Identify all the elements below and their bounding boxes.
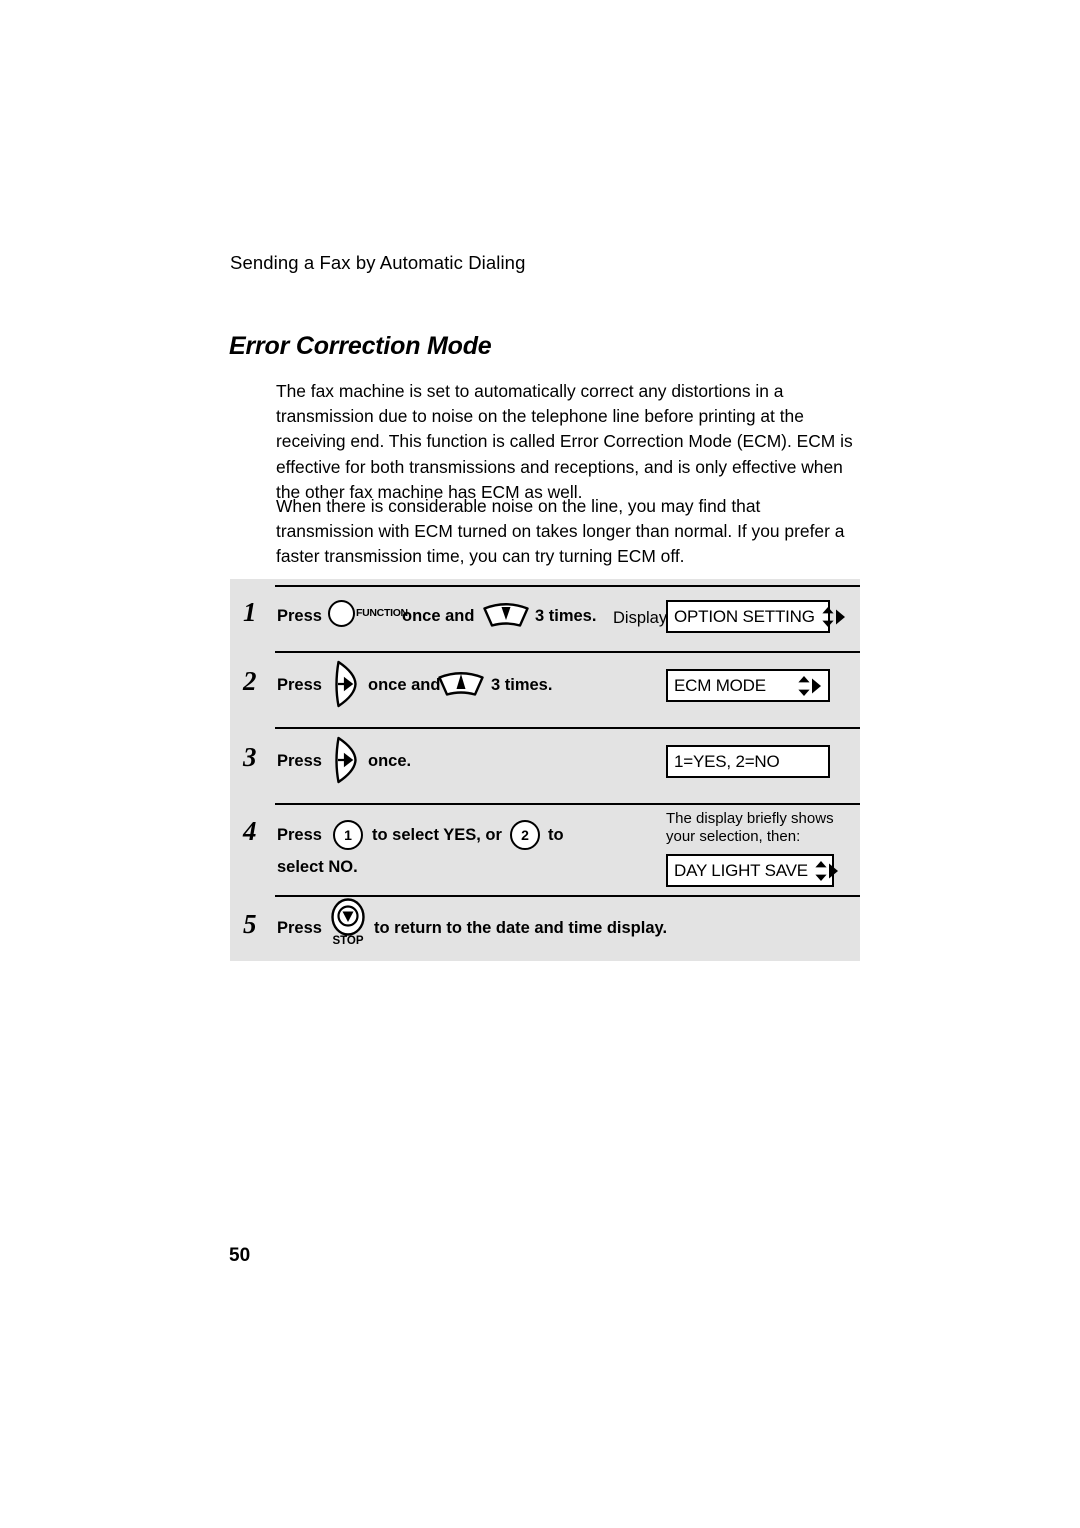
lcd-text: 1=YES, 2=NO	[674, 752, 780, 771]
procedure-step-1: 1 Press FUNCTION once and 3 times. Displ…	[230, 589, 860, 651]
numeric-key-2-icon[interactable]: 2	[510, 820, 540, 850]
svg-text:STOP: STOP	[332, 935, 363, 947]
step-press-label: Press	[277, 919, 322, 937]
step-number: 4	[243, 816, 257, 846]
page-title: Error Correction Mode	[229, 332, 492, 360]
lcd-updown-right-arrow-icon	[791, 675, 823, 697]
step-mid-text: once and	[368, 676, 441, 694]
step-press-label: Press	[277, 676, 322, 694]
running-header: Sending a Fax by Automatic Dialing	[230, 252, 526, 273]
stop-key-icon[interactable]: STOP	[328, 895, 368, 947]
lcd-updown-right-arrow-icon	[808, 860, 840, 882]
step-number: 1	[243, 597, 257, 627]
function-key-label: FUNCTION	[356, 607, 408, 620]
step-press-label: Press	[277, 826, 322, 844]
down-arrow-fan-key-icon[interactable]	[482, 601, 530, 628]
lcd-updown-right-arrow-icon	[815, 606, 847, 628]
step-press-label: Press	[277, 752, 322, 770]
display-note-line-2: your selection, then:	[666, 828, 801, 845]
body-paragraph-1: The fax machine is set to automatically …	[276, 381, 853, 502]
step-divider	[275, 803, 860, 805]
lcd-text: ECM MODE	[674, 676, 766, 695]
numeric-key-1-icon[interactable]: 1	[333, 820, 363, 850]
function-key-circle-icon	[328, 600, 355, 627]
lcd-display-day-light-save: DAY LIGHT SAVE	[666, 854, 838, 887]
display-note-line-1: The display briefly shows	[666, 810, 834, 827]
lcd-display-yes-no: 1=YES, 2=NO	[666, 745, 830, 778]
lcd-text: OPTION SETTING	[674, 607, 815, 626]
step-number: 3	[243, 742, 257, 772]
lcd-display-ecm-mode: ECM MODE	[666, 669, 830, 702]
step-divider	[275, 727, 860, 729]
procedure-steps-panel: 1 Press FUNCTION once and 3 times. Displ…	[230, 579, 860, 961]
step-tail-text: 3 times.	[535, 607, 597, 625]
step-press-label: Press	[277, 607, 322, 625]
display-label: Display:	[613, 609, 672, 627]
lcd-text: DAY LIGHT SAVE	[674, 861, 808, 880]
step-divider	[275, 651, 860, 653]
right-arrow-curve-key-icon[interactable]	[332, 659, 360, 708]
step-number: 2	[243, 666, 257, 696]
document-page: Sending a Fax by Automatic Dialing Error…	[0, 0, 1080, 1528]
step-mid-text: once and	[402, 607, 475, 625]
body-paragraph-2: When there is considerable noise on the …	[276, 496, 845, 567]
function-key-icon[interactable]: FUNCTION	[328, 600, 408, 627]
step-number: 5	[243, 909, 257, 939]
step-tail-text: to return to the date and time display.	[374, 919, 668, 937]
page-number: 50	[229, 1245, 251, 1266]
step-second-line-text: select NO.	[277, 858, 358, 876]
step-mid-text: to select YES, or	[372, 826, 502, 844]
procedure-step-3: 3 Press once. 1=YES, 2=NO	[230, 731, 860, 803]
right-arrow-curve-key-icon[interactable]	[332, 735, 360, 784]
procedure-step-5: 5 Press STOP to return to the date and t…	[230, 898, 860, 961]
step-divider	[275, 585, 860, 587]
step-tail-text: 3 times.	[491, 676, 553, 694]
step-tail-text: to	[548, 826, 564, 844]
up-arrow-fan-key-icon[interactable]	[437, 670, 485, 697]
procedure-step-4: 4 Press 1 to select YES, or 2 to select …	[230, 807, 860, 895]
procedure-step-2: 2 Press once and 3 times. ECM MODE	[230, 655, 860, 727]
step-tail-text: once.	[368, 752, 412, 770]
body-paragraph-1-container: The fax machine is set to automatically …	[276, 379, 856, 505]
body-paragraph-2-container: When there is considerable noise on the …	[276, 494, 856, 570]
lcd-display-option-setting: OPTION SETTING	[666, 600, 845, 633]
